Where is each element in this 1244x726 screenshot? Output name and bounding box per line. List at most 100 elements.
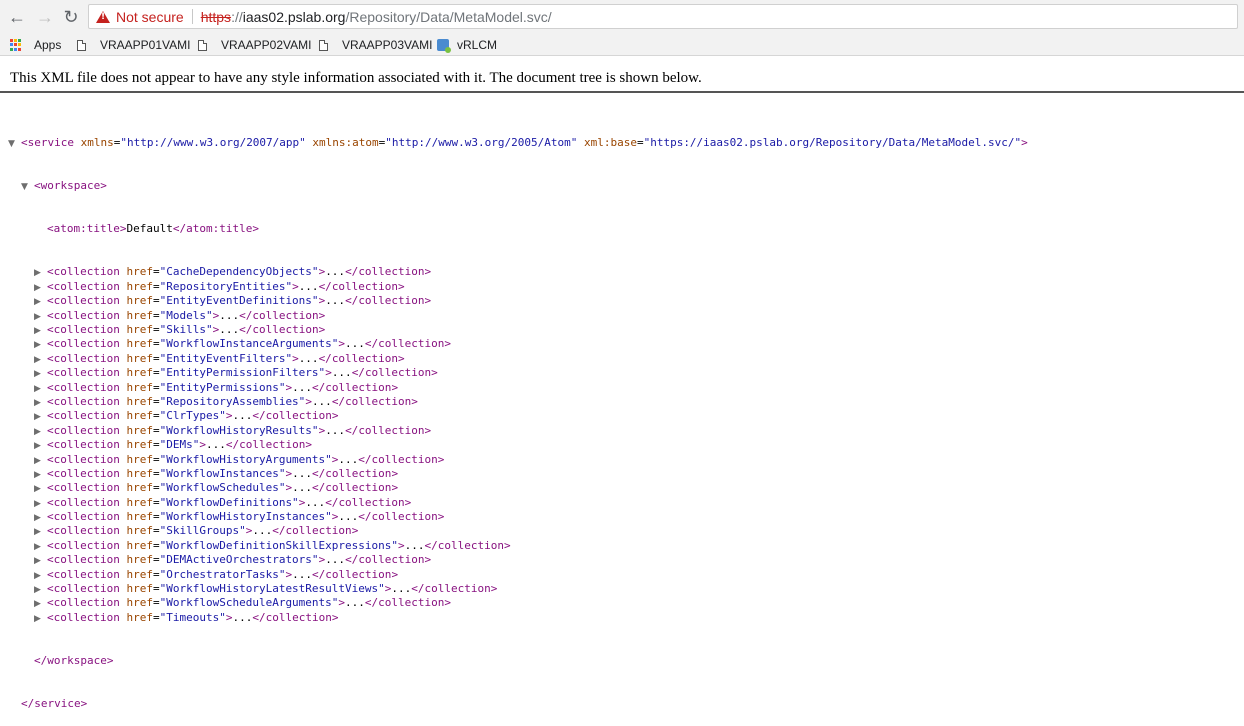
collection-line: ▶ <collection href="WorkflowHistoryArgume… xyxy=(8,453,1028,467)
expand-toggle-icon[interactable]: ▶ xyxy=(34,597,47,611)
collapsed-ellipsis[interactable]: ... xyxy=(292,467,312,480)
collapse-toggle-icon[interactable]: ▼ xyxy=(21,180,34,194)
address-divider xyxy=(191,9,193,24)
collapsed-ellipsis[interactable]: ... xyxy=(338,510,358,523)
collapsed-ellipsis[interactable]: ... xyxy=(332,366,352,379)
collapsed-ellipsis[interactable]: ... xyxy=(305,496,325,509)
attr-name: xmlns xyxy=(80,135,114,149)
collection-line: ▶ <collection href="Timeouts">...</collec… xyxy=(8,611,1028,625)
url-separator: :// xyxy=(231,8,243,25)
collection-href: "CacheDependencyObjects" xyxy=(159,265,319,279)
bookmark-apps[interactable]: Apps xyxy=(10,37,61,53)
collection-href: "WorkflowHistoryInstances" xyxy=(159,510,332,524)
warning-icon[interactable] xyxy=(96,10,110,23)
back-arrow-icon[interactable]: ← xyxy=(6,6,28,28)
collapsed-ellipsis[interactable]: ... xyxy=(299,352,319,365)
collapsed-ellipsis[interactable]: ... xyxy=(232,409,252,422)
workspace-open-tag: <workspace> xyxy=(34,179,107,193)
expand-toggle-icon[interactable]: ▶ xyxy=(34,310,47,324)
reload-icon[interactable]: ↻ xyxy=(60,6,82,28)
expand-toggle-icon[interactable]: ▶ xyxy=(34,612,47,626)
bookmark-vrlcm[interactable]: vRLCM xyxy=(437,37,497,53)
collapsed-ellipsis[interactable]: ... xyxy=(219,309,239,322)
attr-value: "http://www.w3.org/2005/Atom" xyxy=(385,135,578,149)
browser-toolbar: ← → ↻ Not secure https://iaas02.pslab.or… xyxy=(0,0,1244,34)
collection-href: "EntityEventFilters" xyxy=(159,351,293,365)
collapsed-ellipsis[interactable]: ... xyxy=(338,453,358,466)
expand-toggle-icon[interactable]: ▶ xyxy=(34,439,47,453)
bookmark-label: vRLCM xyxy=(457,38,498,52)
collapsed-ellipsis[interactable]: ... xyxy=(292,381,312,394)
security-status[interactable]: Not secure xyxy=(116,9,184,25)
bookmark-label: VRAAPP01VAMI xyxy=(100,38,191,52)
collection-line: ▶ <collection href="WorkflowHistoryResult… xyxy=(8,424,1028,438)
expand-toggle-icon[interactable]: ▶ xyxy=(34,396,47,410)
page-icon xyxy=(319,39,328,51)
attr-name: href xyxy=(126,265,153,279)
collection-line: ▶ <collection href="ClrTypes">...</collec… xyxy=(8,409,1028,423)
collection-href: "OrchestratorTasks" xyxy=(159,567,286,581)
collapsed-ellipsis[interactable]: ... xyxy=(391,582,411,595)
collection-href: "DEMs" xyxy=(159,438,200,452)
expand-toggle-icon[interactable]: ▶ xyxy=(34,324,47,338)
address-bar[interactable]: Not secure https://iaas02.pslab.org/Repo… xyxy=(88,4,1238,29)
collapse-toggle-icon[interactable]: ▼ xyxy=(8,137,21,151)
collapsed-ellipsis[interactable]: ... xyxy=(345,596,365,609)
collapsed-ellipsis[interactable]: ... xyxy=(312,395,332,408)
attr-name: href xyxy=(126,423,153,437)
expand-toggle-icon[interactable]: ▶ xyxy=(34,497,47,511)
collapsed-ellipsis[interactable]: ... xyxy=(206,438,226,451)
expand-toggle-icon[interactable]: ▶ xyxy=(34,410,47,424)
collapsed-ellipsis[interactable]: ... xyxy=(292,481,312,494)
collection-href: "WorkflowScheduleArguments" xyxy=(159,596,339,610)
collapsed-ellipsis[interactable]: ... xyxy=(325,424,345,437)
collapsed-ellipsis[interactable]: ... xyxy=(345,337,365,350)
collapsed-ellipsis[interactable]: ... xyxy=(325,265,345,278)
expand-toggle-icon[interactable]: ▶ xyxy=(34,583,47,597)
collapsed-ellipsis[interactable]: ... xyxy=(232,611,252,624)
bookmark-vraapp02vami[interactable]: VRAAPP02VAMI xyxy=(198,37,311,53)
collapsed-ellipsis[interactable]: ... xyxy=(325,294,345,307)
expand-toggle-icon[interactable]: ▶ xyxy=(34,554,47,568)
expand-toggle-icon[interactable]: ▶ xyxy=(34,382,47,396)
expand-toggle-icon[interactable]: ▶ xyxy=(34,468,47,482)
vrlcm-icon xyxy=(437,39,451,53)
expand-toggle-icon[interactable]: ▶ xyxy=(34,425,47,439)
expand-toggle-icon[interactable]: ▶ xyxy=(34,511,47,525)
attr-name: href xyxy=(126,394,153,408)
expand-toggle-icon[interactable]: ▶ xyxy=(34,338,47,352)
collapsed-ellipsis[interactable]: ... xyxy=(292,568,312,581)
collapsed-ellipsis[interactable]: ... xyxy=(252,524,272,537)
attr-name: href xyxy=(126,481,153,495)
forward-arrow-icon[interactable]: → xyxy=(34,6,56,28)
collection-href: "WorkflowHistoryResults" xyxy=(159,423,319,437)
url-host: iaas02.pslab.org xyxy=(242,8,346,25)
expand-toggle-icon[interactable]: ▶ xyxy=(34,367,47,381)
bookmark-label: VRAAPP02VAMI xyxy=(221,38,312,52)
expand-toggle-icon[interactable]: ▶ xyxy=(34,295,47,309)
expand-toggle-icon[interactable]: ▶ xyxy=(34,540,47,554)
attr-name: href xyxy=(126,294,153,308)
attr-name: href xyxy=(126,553,153,567)
collapsed-ellipsis[interactable]: ... xyxy=(405,539,425,552)
collection-href: "EntityPermissionFilters" xyxy=(159,366,326,380)
attr-name: href xyxy=(126,351,153,365)
expand-toggle-icon[interactable]: ▶ xyxy=(34,281,47,295)
expand-toggle-icon[interactable]: ▶ xyxy=(34,266,47,280)
collapsed-ellipsis[interactable]: ... xyxy=(219,323,239,336)
attr-name: href xyxy=(126,438,153,452)
bookmark-vraapp03vami[interactable]: VRAAPP03VAMI xyxy=(319,37,432,53)
collection-line: ▶ <collection href="Models">...</collecti… xyxy=(8,309,1028,323)
bookmark-vraapp01vami[interactable]: VRAAPP01VAMI xyxy=(77,37,190,53)
expand-toggle-icon[interactable]: ▶ xyxy=(34,482,47,496)
expand-toggle-icon[interactable]: ▶ xyxy=(34,454,47,468)
collapsed-ellipsis[interactable]: ... xyxy=(299,280,319,293)
collapsed-ellipsis[interactable]: ... xyxy=(325,553,345,566)
collection-line: ▶ <collection href="WorkflowInstances">..… xyxy=(8,467,1028,481)
expand-toggle-icon[interactable]: ▶ xyxy=(34,569,47,583)
bookmark-label: VRAAPP03VAMI xyxy=(342,38,433,52)
page-icon xyxy=(77,39,86,51)
apps-grid-icon xyxy=(10,39,22,51)
expand-toggle-icon[interactable]: ▶ xyxy=(34,525,47,539)
expand-toggle-icon[interactable]: ▶ xyxy=(34,353,47,367)
